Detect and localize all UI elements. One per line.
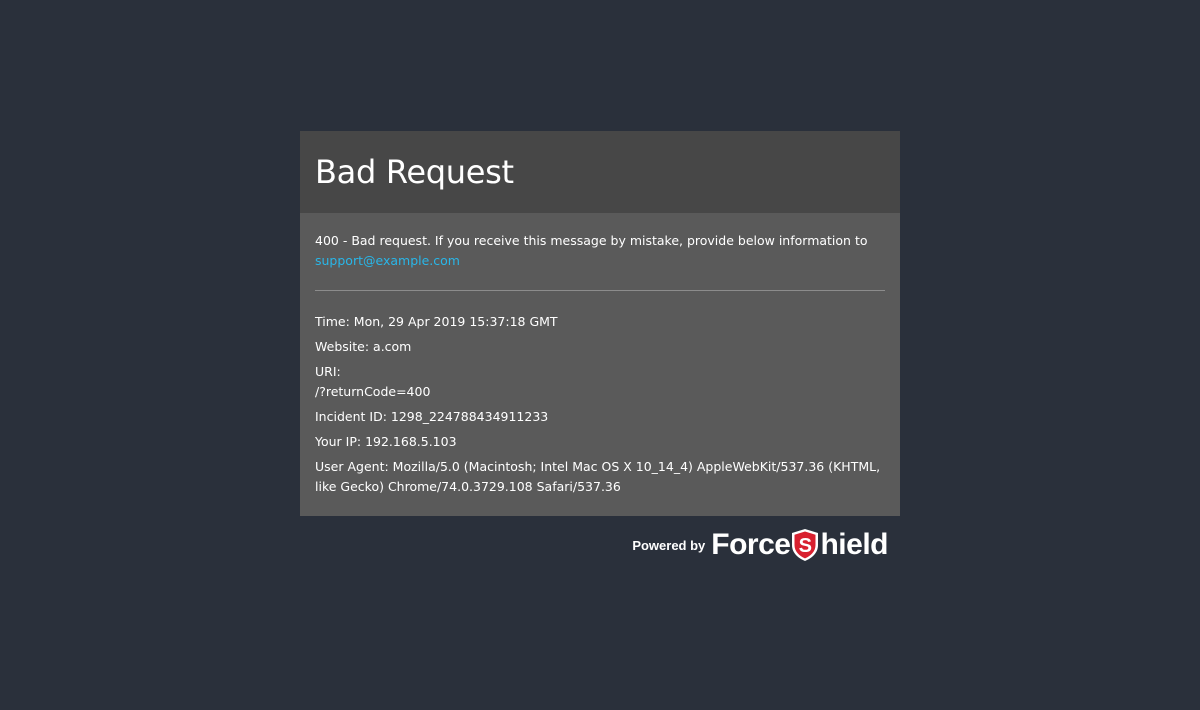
- info-uri: URI:/?returnCode=400: [315, 364, 431, 399]
- shield-letter: S: [799, 535, 812, 557]
- divider: [315, 290, 885, 291]
- card-header: Bad Request: [300, 131, 900, 213]
- info-label: User Agent: [315, 459, 385, 474]
- info-value: Mozilla/5.0 (Macintosh; Intel Mac OS X 1…: [315, 459, 881, 494]
- error-message-block: 400 - Bad request. If you receive this m…: [315, 231, 885, 271]
- info-label: Website: [315, 339, 365, 354]
- brand-logo: Force S hield: [711, 528, 888, 562]
- info-value: 192.168.5.103: [365, 434, 457, 449]
- info-incident-id: Incident ID: 1298_224788434911233: [315, 409, 549, 424]
- info-value: /?returnCode=400: [315, 384, 431, 399]
- info-user-agent: User Agent: Mozilla/5.0 (Macintosh; Inte…: [315, 459, 881, 494]
- info-value: a.com: [373, 339, 412, 354]
- brand-text-part1: Force: [711, 528, 791, 561]
- support-email-link[interactable]: support@example.com: [315, 253, 460, 268]
- card-body: 400 - Bad request. If you receive this m…: [300, 213, 900, 516]
- brand-text-part2: hield: [820, 528, 888, 561]
- info-value: 1298_224788434911233: [390, 409, 549, 424]
- info-label: URI: [315, 364, 337, 379]
- info-website: Website: a.com: [315, 339, 412, 354]
- info-label: Incident ID: [315, 409, 383, 424]
- powered-by-label: Powered by: [632, 537, 706, 553]
- info-label: Time: [315, 314, 346, 329]
- error-message: 400 - Bad request. If you receive this m…: [315, 233, 868, 248]
- info-ip: Your IP: 192.168.5.103: [315, 434, 457, 449]
- shield-s-icon: S: [792, 529, 819, 561]
- info-value: Mon, 29 Apr 2019 15:37:18 GMT: [353, 314, 558, 329]
- error-card: Bad Request 400 - Bad request. If you re…: [300, 131, 900, 516]
- footer: Powered by Force S hield: [300, 527, 888, 563]
- incident-info: Time: Mon, 29 Apr 2019 15:37:18 GMT Webs…: [315, 312, 885, 497]
- info-label: Your IP: [315, 434, 357, 449]
- page-title: Bad Request: [315, 153, 514, 191]
- info-time: Time: Mon, 29 Apr 2019 15:37:18 GMT: [315, 314, 558, 329]
